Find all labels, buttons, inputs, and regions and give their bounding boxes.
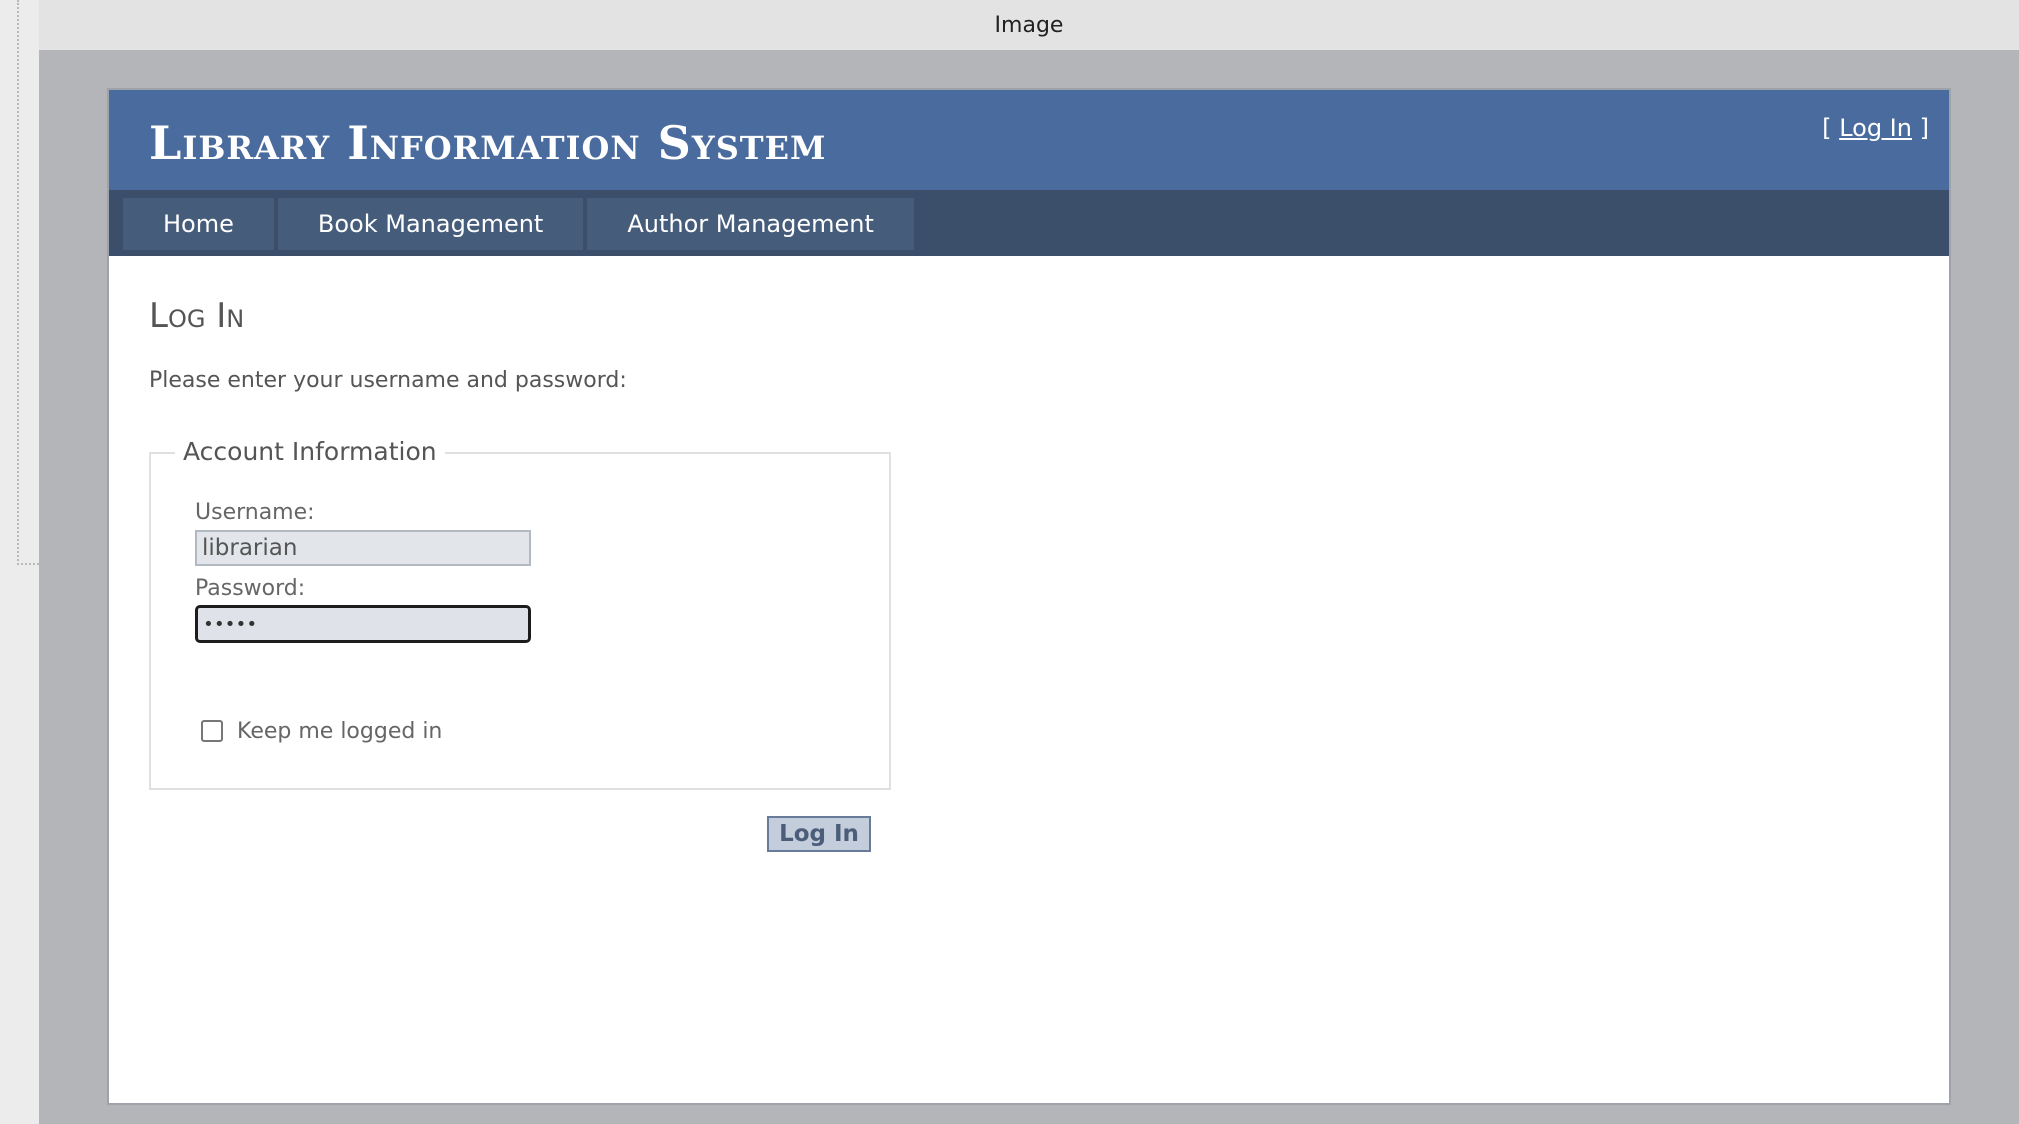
viewer-title-bar: Image [39,0,2019,51]
account-info-fieldset: Account Information Username: Password: … [149,437,891,790]
checkbox-unchecked-icon[interactable] [201,720,223,742]
password-label: Password: [195,576,306,601]
site-header: Library Information System [ Log In ] [109,90,1949,190]
login-close-bracket: ] [1919,114,1929,142]
login-display: [ Log In ] [1822,114,1929,142]
nav-menu: Home Book Management Author Management [123,198,918,250]
menu-item-home[interactable]: Home [123,198,274,250]
viewer-title: Image [994,13,1064,38]
username-input[interactable] [195,530,531,566]
nav-menu-bar: Home Book Management Author Management [109,190,1949,256]
login-instruction: Please enter your username and password: [149,368,627,393]
remember-me-label[interactable]: Keep me logged in [237,719,442,744]
remember-me-row: Keep me logged in [201,716,442,746]
login-open-bracket: [ [1822,114,1832,142]
page-heading: Log In [149,296,245,336]
account-info-legend: Account Information [175,437,445,466]
menu-item-author-management[interactable]: Author Management [587,198,914,250]
viewer-left-edge-tick [17,563,39,565]
site-title: Library Information System [149,116,827,170]
username-label: Username: [195,500,315,525]
header-login-link[interactable]: Log In [1839,114,1912,142]
web-page: Library Information System [ Log In ] Ho… [107,88,1951,1105]
menu-item-book-management[interactable]: Book Management [277,198,584,250]
login-submit-button[interactable]: Log In [767,816,871,852]
password-input[interactable] [195,605,531,643]
viewer-left-edge [17,0,19,565]
